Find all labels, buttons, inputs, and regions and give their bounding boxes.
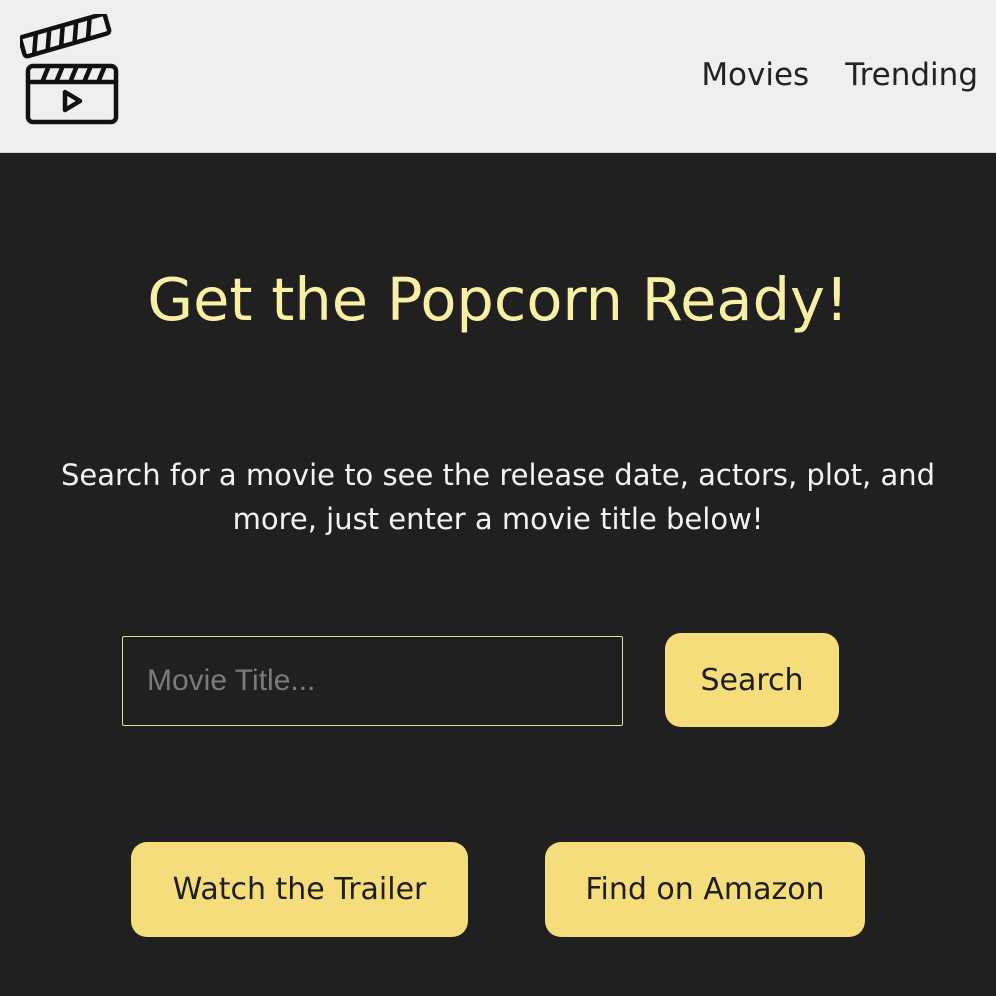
main-nav: Movies Trending xyxy=(701,52,978,98)
find-on-amazon-button[interactable]: Find on Amazon xyxy=(545,842,865,937)
site-logo[interactable] xyxy=(18,11,122,126)
site-header: Movies Trending xyxy=(0,0,996,153)
movie-search-input[interactable] xyxy=(122,636,623,726)
search-button[interactable]: Search xyxy=(665,633,839,727)
page-title: Get the Popcorn Ready! xyxy=(147,265,849,334)
nav-link-movies[interactable]: Movies xyxy=(701,52,809,98)
watch-trailer-button[interactable]: Watch the Trailer xyxy=(131,842,468,937)
nav-link-trending[interactable]: Trending xyxy=(845,52,978,98)
main-content: Get the Popcorn Ready! Search for a movi… xyxy=(0,153,996,996)
clapperboard-play-icon xyxy=(18,11,119,125)
hero-description: Search for a movie to see the release da… xyxy=(60,458,936,536)
